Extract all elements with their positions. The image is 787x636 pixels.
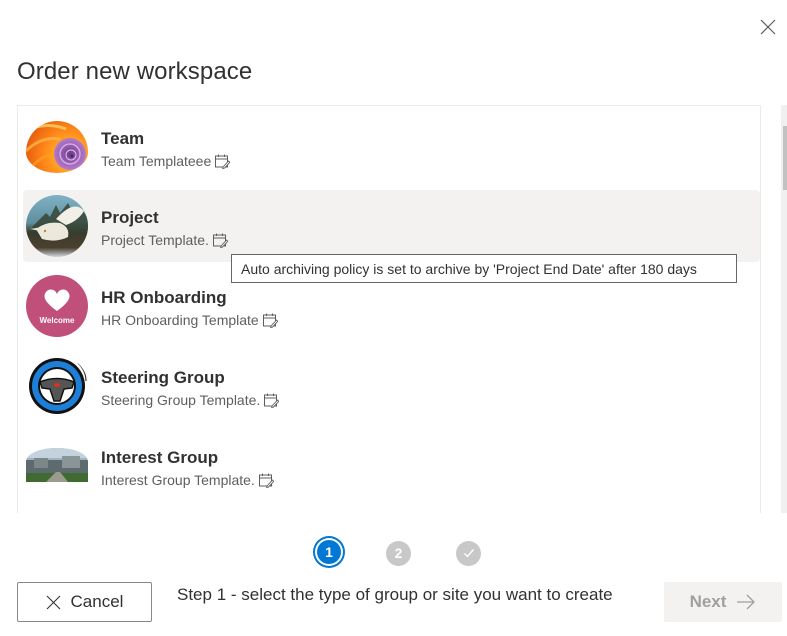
step-complete-indicator	[456, 541, 481, 566]
list-scrollbar-thumb[interactable]	[783, 126, 787, 190]
template-item-project[interactable]: Project Project Template.	[23, 190, 760, 262]
template-item-team[interactable]: Team Team Templateee	[23, 111, 760, 183]
calendar-edit-icon[interactable]	[263, 392, 280, 409]
avatar-steering-wheel	[26, 355, 88, 417]
cancel-button-label: Cancel	[70, 592, 124, 611]
step-1-indicator: 1	[317, 540, 341, 564]
avatar-nautilus	[26, 121, 88, 173]
template-title: Interest Group	[101, 448, 219, 467]
template-item-steering-group[interactable]: Steering Group Steering Group Template.	[23, 350, 760, 422]
calendar-edit-icon[interactable]	[262, 312, 279, 329]
next-button-label: Next	[689, 592, 727, 611]
archive-policy-tooltip: Auto archiving policy is set to archive …	[231, 254, 737, 283]
template-subtitle: HR Onboarding Template	[101, 312, 259, 328]
stepper: 1 2	[312, 535, 487, 571]
template-subtitle: Team Templateee	[101, 153, 212, 169]
next-button[interactable]: Next	[664, 582, 782, 622]
dialog-title: Order new workspace	[17, 58, 253, 85]
avatar-welcome-heart: Welcome	[26, 275, 88, 337]
template-list: Team Team Templateee Project Project Tem…	[17, 105, 761, 513]
template-item-interest-group[interactable]: Interest Group Interest Group Template.	[23, 430, 760, 502]
calendar-edit-icon[interactable]	[258, 472, 275, 489]
avatar-snowy-owl	[26, 195, 88, 257]
close-button[interactable]	[757, 16, 779, 38]
step-2-indicator: 2	[386, 541, 411, 566]
cancel-button[interactable]: Cancel	[17, 582, 152, 622]
template-title: Steering Group	[101, 368, 225, 387]
calendar-edit-icon[interactable]	[214, 153, 231, 170]
step-description: Step 1 - select the type of group or sit…	[177, 585, 613, 604]
calendar-edit-icon[interactable]	[212, 232, 229, 249]
avatar-building-landscape	[26, 448, 88, 482]
close-icon	[46, 595, 60, 609]
arrow-right-icon	[737, 594, 756, 610]
checkmark-icon	[463, 549, 474, 558]
avatar-welcome-text: Welcome	[40, 316, 76, 325]
template-subtitle: Interest Group Template.	[101, 472, 255, 488]
template-subtitle: Project Template.	[101, 232, 209, 248]
template-subtitle: Steering Group Template.	[101, 392, 261, 408]
template-title: Team	[101, 129, 145, 148]
template-title: HR Onboarding	[101, 288, 227, 307]
close-icon	[760, 19, 776, 35]
template-title: Project	[101, 208, 159, 227]
